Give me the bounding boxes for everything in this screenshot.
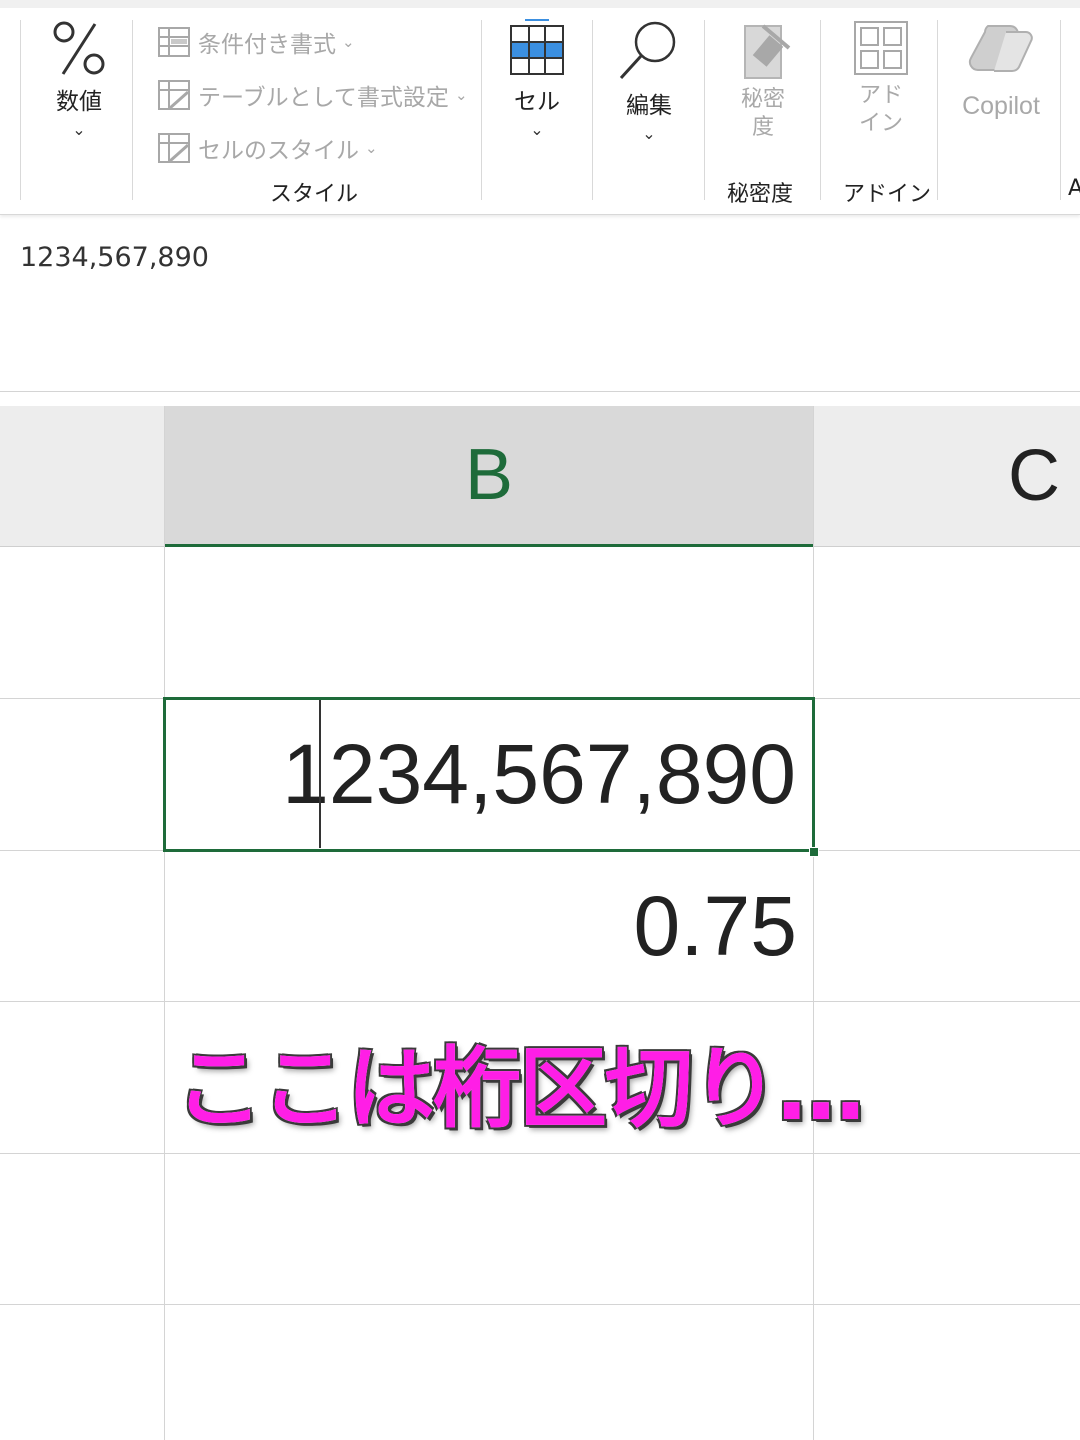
chevron-down-icon: ⌄ (365, 139, 378, 157)
styles-group-label: スタイル (270, 182, 359, 207)
ribbon: 数値 ⌄ 条件付き書式 ⌄ テーブルとして書式設定 ⌄ セルのスタイル ⌄ スタ… (0, 0, 1080, 215)
cells-label: セル (514, 89, 560, 115)
column-header-b[interactable]: B (165, 406, 813, 547)
copilot-icon (968, 24, 1033, 73)
copilot-button[interactable]: Copilot (956, 18, 1046, 121)
gridline-vertical (813, 406, 814, 1440)
ribbon-separator (592, 20, 593, 200)
conditional-format-icon (158, 27, 190, 57)
editing-label: 編集 (626, 93, 672, 119)
addins-icon (854, 21, 908, 75)
addins-button[interactable]: アド イン (846, 18, 916, 138)
percent-icon (53, 21, 105, 75)
cell-style-icon (158, 133, 190, 163)
cells-icon (510, 19, 564, 75)
column-header-c[interactable]: C (980, 406, 1080, 546)
ribbon-separator (481, 20, 482, 200)
addins-label-line2: イン (858, 111, 903, 136)
format-as-table-label: テーブルとして書式設定 (198, 85, 449, 111)
sensitivity-group-label: 秘密度 (727, 182, 794, 207)
worksheet-grid: B C 1234,567,890 0.75 (0, 392, 1080, 1440)
cell-styles-label: セルのスタイル (198, 138, 359, 164)
gridline-horizontal (0, 1153, 1080, 1154)
ribbon-separator (20, 20, 21, 200)
conditional-formatting-label: 条件付き書式 (198, 32, 336, 58)
cell-b-value[interactable]: 0.75 (165, 851, 813, 1001)
cut-off-group-label: A (1068, 176, 1080, 201)
cell-styles-button[interactable]: セルのスタイル ⌄ (158, 130, 378, 166)
addins-group-label: アドイン (843, 182, 932, 207)
cells-button[interactable]: セル ⌄ (503, 18, 571, 139)
chevron-down-icon: ⌄ (642, 124, 656, 143)
ribbon-separator (132, 20, 133, 200)
sensitivity-button[interactable]: 秘密 度 (726, 18, 800, 142)
number-format-label: 数値 (56, 89, 102, 115)
formula-bar[interactable]: 1234,567,890 (0, 226, 1080, 393)
cell-b-empty[interactable] (165, 548, 813, 698)
ribbon-separator (1060, 20, 1061, 200)
chevron-down-icon: ⌄ (72, 120, 86, 139)
active-cell-b[interactable]: 1234,567,890 (163, 697, 815, 852)
ribbon-top-strip (0, 0, 1080, 8)
text-cursor (319, 700, 321, 848)
copilot-label: Copilot (962, 92, 1040, 120)
ribbon-separator (937, 20, 938, 200)
chevron-down-icon: ⌄ (530, 120, 544, 139)
ribbon-separator (820, 20, 821, 200)
editing-button[interactable]: 編集 ⌄ (614, 18, 684, 143)
sensitivity-icon (744, 24, 791, 79)
table-format-icon (158, 80, 190, 110)
sensitivity-label-line2: 度 (751, 115, 774, 140)
conditional-formatting-button[interactable]: 条件付き書式 ⌄ (158, 24, 355, 60)
formula-bar-content: 1234,567,890 (20, 242, 209, 273)
ribbon-separator (704, 20, 705, 200)
number-format-button[interactable]: 数値 ⌄ (40, 18, 118, 139)
addins-label-line1: アド (858, 83, 903, 108)
sensitivity-label-line1: 秘密 (740, 87, 785, 112)
search-icon (619, 21, 676, 80)
video-caption: ここは桁区切り… (173, 1035, 867, 1142)
chevron-down-icon: ⌄ (342, 33, 355, 51)
gridline-horizontal (0, 1304, 1080, 1305)
format-as-table-button[interactable]: テーブルとして書式設定 ⌄ (158, 77, 468, 113)
gridline-horizontal (0, 1001, 1080, 1002)
chevron-down-icon: ⌄ (454, 86, 468, 104)
